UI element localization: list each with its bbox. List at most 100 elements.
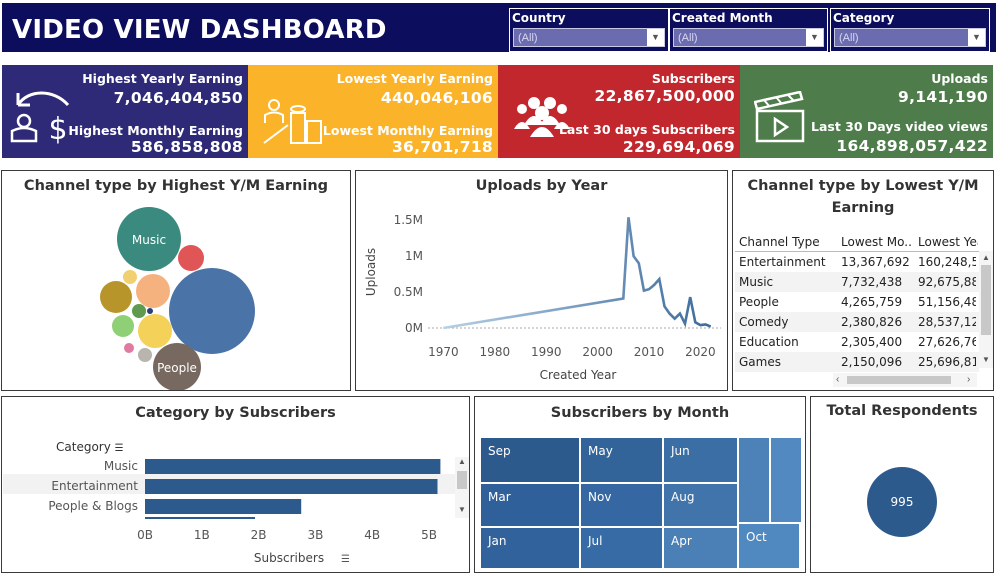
panel-uploads-by-year: Uploads by Year 0M 0.5M 1M 1.5M 1970 1980 1990…: [355, 170, 728, 391]
category-bar-chart[interactable]: Music Entertainment People & Blogs 0B 1B 2B 3B…: [2, 397, 469, 572]
panel-highest-earning: Channel type by Highest Y/M Earning Musi…: [1, 170, 351, 391]
x-tick-label: 2000: [582, 345, 613, 359]
filter-country[interactable]: Country (All) ▼: [509, 8, 669, 52]
kpi-value: 440,046,106: [380, 89, 493, 107]
table-row[interactable]: Music 7,732,438 92,675,88: [735, 272, 979, 292]
table-header: Channel Type Lowest Mo.. Lowest Yea: [735, 232, 993, 252]
table-cell-channel-type: Music: [739, 275, 774, 289]
scroll-thumb[interactable]: [981, 265, 991, 335]
table-row[interactable]: Entertainment 13,367,692 160,248,53: [735, 252, 979, 272]
table-cell-channel-type: Entertainment: [739, 255, 826, 269]
vertical-scrollbar[interactable]: ▲ ▼: [979, 251, 993, 368]
horizontal-scrollbar[interactable]: ‹ ›: [833, 373, 977, 387]
x-axis-label: Subscribers: [254, 551, 324, 565]
table-cell-value: 27,626,76: [918, 335, 976, 349]
table-row[interactable]: Comedy 2,380,826 28,537,12: [735, 312, 979, 332]
table-cell-value: 51,156,48: [918, 295, 976, 309]
scroll-up-icon[interactable]: ▲: [458, 457, 466, 466]
x-tick-label: 2020: [685, 345, 716, 359]
table-cell-channel-type: People: [739, 295, 779, 309]
chevron-down-icon[interactable]: ▼: [647, 29, 664, 46]
table-cell-value: 13,367,692: [841, 255, 910, 269]
kpi-label: Uploads: [931, 71, 988, 86]
bubble-sports: [138, 314, 172, 348]
category-bar-partial: [145, 517, 255, 519]
treemap-cell-apr[interactable]: Apr: [663, 527, 738, 569]
sort-icon: ☰: [341, 554, 350, 565]
uploads-line-chart[interactable]: 0M 0.5M 1M 1.5M 1970 1980 1990 2000 2010 2020 Upl…: [356, 171, 727, 390]
panel-lowest-earning: Channel type by Lowest Y/M Earning Chann…: [732, 170, 994, 391]
table-row[interactable]: Education 2,305,400 27,626,76: [735, 332, 979, 352]
category-select[interactable]: (All) ▼: [834, 28, 986, 47]
treemap-cell-jan[interactable]: Jan: [480, 527, 580, 569]
scroll-left-icon[interactable]: ‹: [836, 374, 839, 385]
treemap-cell-jun[interactable]: Jun: [663, 437, 738, 483]
scroll-down-icon[interactable]: ▼: [458, 505, 466, 514]
kpi-subscribers: Subscribers 22,867,500,000 Last 30 days …: [498, 65, 740, 158]
table-cell-value: 7,732,438: [841, 275, 903, 289]
treemap-cell-small-1[interactable]: [738, 437, 770, 523]
x-tick-label: 2B: [251, 528, 267, 542]
x-tick-label: 4B: [364, 528, 380, 542]
scroll-thumb[interactable]: [457, 471, 467, 489]
filter-category[interactable]: Category (All) ▼: [830, 8, 990, 52]
category-bar: [145, 459, 441, 474]
kpi-highest-earning: $ Highest Yearly Earning 7,046,404,850 H…: [2, 65, 248, 158]
treemap-cell-may[interactable]: May: [580, 437, 663, 483]
filter-created-month[interactable]: Created Month (All) ▼: [669, 8, 828, 52]
treemap-cell-mar[interactable]: Mar: [480, 483, 580, 527]
x-tick-label: 1990: [531, 345, 562, 359]
bubble-film: [132, 304, 146, 318]
treemap-cell-aug[interactable]: Aug: [663, 483, 738, 527]
bubble-label-people: People: [157, 361, 197, 375]
bubble-chart[interactable]: Music People: [2, 171, 350, 390]
x-tick-label: 1970: [428, 345, 459, 359]
treemap-cell-nov[interactable]: Nov: [580, 483, 663, 527]
scroll-thumb[interactable]: [847, 376, 951, 384]
bubble-news: [138, 348, 152, 362]
table-cell-channel-type: Games: [739, 355, 781, 369]
country-select[interactable]: (All) ▼: [513, 28, 665, 47]
vertical-scrollbar[interactable]: ▲ ▼: [455, 457, 469, 518]
table-row[interactable]: People 4,265,759 51,156,48: [735, 292, 979, 312]
y-axis-label: Uploads: [364, 248, 378, 296]
chevron-down-icon[interactable]: ▼: [968, 29, 985, 46]
y-tick-label: 0M: [405, 321, 423, 335]
kpi-value: 36,701,718: [391, 138, 493, 156]
scroll-up-icon[interactable]: ▲: [982, 253, 990, 262]
table-cell-channel-type: Education: [739, 335, 799, 349]
bubble-label-music: Music: [132, 233, 166, 247]
created-month-select[interactable]: (All) ▼: [673, 28, 824, 47]
filter-label: Country: [512, 11, 566, 25]
table-cell-value: 2,305,400: [841, 335, 903, 349]
panel-subscribers-by-month: Subscribers by Month Sep May Jun Mar Nov…: [474, 396, 806, 573]
kpi-value: 7,046,404,850: [113, 89, 243, 107]
table-cell-value: 92,675,88: [918, 275, 976, 289]
chevron-down-icon[interactable]: ▼: [806, 29, 823, 46]
column-header[interactable]: Channel Type: [739, 235, 820, 249]
category-label: People & Blogs: [48, 499, 138, 513]
column-header[interactable]: Lowest Yea: [918, 235, 978, 249]
panel-title-line1: Channel type by Lowest Y/M: [747, 178, 979, 194]
scroll-right-icon[interactable]: ›: [967, 374, 970, 385]
bubble-pets: [147, 308, 153, 314]
table-row[interactable]: Games 2,150,096 25,696,81: [735, 352, 979, 372]
panel-category-subscribers: Category by Subscribers Category ☰ Music…: [1, 396, 470, 573]
svg-text:$: $: [48, 112, 67, 147]
x-tick-label: 2010: [634, 345, 665, 359]
kpi-value: 586,858,808: [130, 138, 243, 156]
treemap-cell-sep[interactable]: Sep: [480, 437, 580, 483]
scroll-down-icon[interactable]: ▼: [982, 355, 990, 364]
treemap-cell-small-2[interactable]: [770, 437, 802, 523]
treemap-cell-oct[interactable]: Oct: [738, 523, 800, 569]
y-tick-label: 0.5M: [394, 285, 423, 299]
kpi-label: Lowest Yearly Earning: [336, 71, 493, 86]
respondents-circle[interactable]: 995: [811, 397, 993, 572]
filter-label: Created Month: [672, 11, 773, 25]
column-header[interactable]: Lowest Mo..: [841, 235, 915, 249]
dashboard-header: VIDEO VIEW DASHBOARD Country (All) ▼ Crea…: [2, 3, 996, 52]
kpi-label: Last 30 Days video views: [811, 119, 988, 134]
bubble-autos: [123, 270, 137, 284]
treemap-cell-jul[interactable]: Jul: [580, 527, 663, 569]
kpi-value: 22,867,500,000: [594, 87, 735, 105]
